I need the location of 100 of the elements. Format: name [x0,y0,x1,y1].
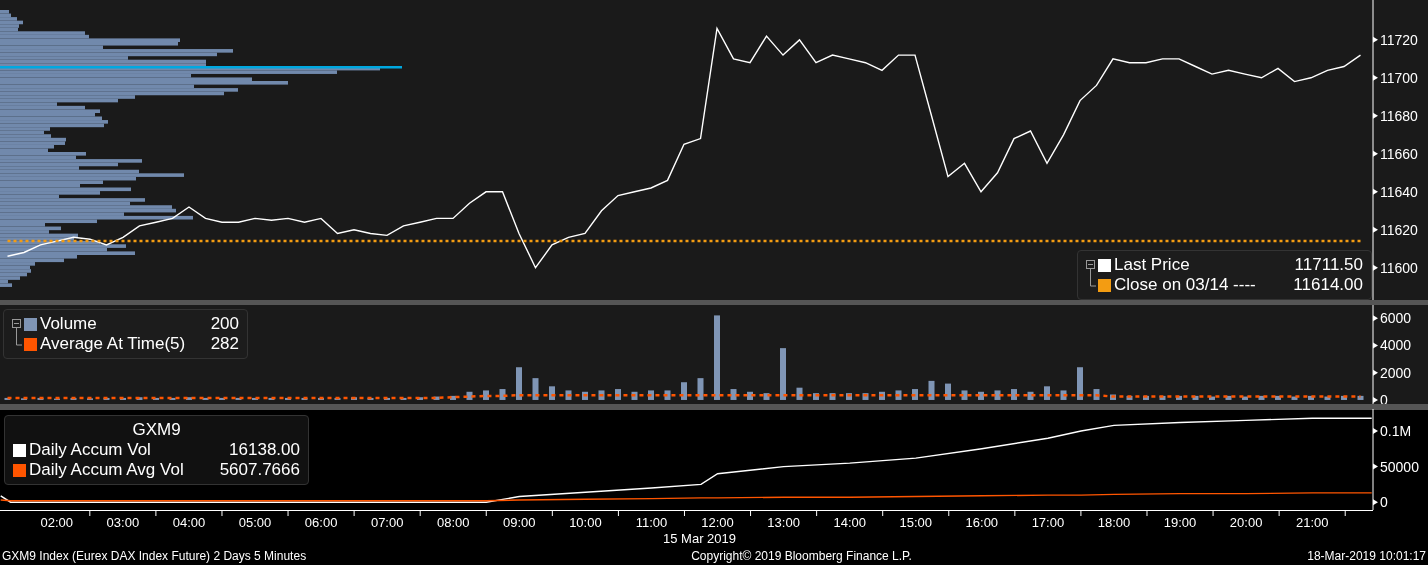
volume-bar [450,395,456,400]
security-description: GXM9 Index (Eurex DAX Index Future) 2 Days 5 Minutes [2,548,307,565]
volume-bar [1209,396,1215,400]
volume-bar [730,389,737,400]
volume-bar [351,397,357,400]
axis-tick-label: 11640 [1380,183,1418,200]
volume-bar [235,397,242,400]
volume-bar [169,397,176,400]
volume-bar [532,378,539,400]
collapse-icon[interactable] [1086,260,1096,290]
volume-bar [912,389,918,400]
volume-bar [1060,390,1067,400]
volume-bar [499,389,506,400]
volume-bar [1275,395,1281,400]
volume-bar [846,393,852,400]
axis-tick-label: 11600 [1380,259,1418,276]
volume-bar [582,391,588,400]
volume-bar [1242,396,1248,400]
axis-tick-label: 50000 [1380,458,1419,475]
volume-bar [1258,395,1265,400]
time-tick-label: 18:00 [1097,515,1131,530]
volume-bar [301,397,308,400]
time-tick-label: 10:00 [569,515,602,530]
time-tick-label: 19:00 [1163,515,1197,530]
volume-bar [202,397,209,400]
time-tick-label: 21:00 [1295,515,1329,530]
volume-bar [615,389,621,400]
volume-bar [945,383,951,400]
volume-bar [1126,395,1133,400]
axis-tick-label: 0 [1380,494,1388,511]
legend-label: Daily Accum Avg Vol [29,460,184,480]
volume-bar [384,397,390,400]
time-tick-label: 20:00 [1229,515,1263,530]
axis-tick-label: 11660 [1380,145,1418,162]
volume-bar [1077,367,1083,400]
volume-bar [648,390,654,400]
volume-bar [1143,395,1149,400]
volume-bar [681,382,687,400]
volume-bar [994,390,1001,400]
time-tick-label: 11:00 [635,515,668,530]
volume-bar [895,390,902,400]
volume-bar [318,397,324,400]
time-tick-label: 09:00 [503,515,536,530]
volume-bar [1011,389,1017,400]
volume-bar [516,367,522,400]
legend-title: GXM9 [131,420,182,440]
time-tick-label: 17:00 [1031,515,1065,530]
time-tick-label: 02:00 [40,515,74,530]
volume-bar [268,397,275,400]
time-tick-label: 15:00 [899,515,933,530]
legend-value: 11711.50 [1293,255,1363,275]
volume-bar [747,391,753,400]
volume-bar [103,397,110,400]
time-tick-label: 05:00 [238,515,272,530]
legend-value: 11614.00 [1292,275,1363,295]
volume-bar [763,393,770,400]
axis-tick-label: 0.1M [1380,423,1412,440]
volume-bar [796,387,803,400]
volume-bar [1225,395,1232,400]
legend-value: 282 [209,334,239,354]
legend-label: Close on 03/14 ---- [1114,275,1256,295]
legend-label: Daily Accum Vol [29,440,151,460]
volume-bar [862,393,869,400]
volume-bar [1044,386,1050,400]
volume-bar [879,391,885,400]
legend-label: Volume [40,314,97,334]
collapse-icon[interactable] [12,319,22,349]
time-tick-label: 03:00 [106,515,140,530]
volume-bar [153,397,159,400]
volume-bar [664,390,671,400]
legend-value: 200 [209,314,239,334]
volume-bar [1027,391,1034,400]
volume-bar [1324,396,1331,400]
volume-bar [565,390,572,400]
volume-bar [186,397,192,400]
axis-tick-label: 2000 [1380,364,1412,381]
legend-label: Average At Time(5) [40,334,186,354]
volume-bar [829,393,836,400]
time-tick-label: 16:00 [965,515,999,530]
time-tick-label: 06:00 [304,515,338,530]
volume-bar [417,397,423,400]
volume-bar [433,396,440,400]
volume-bar [400,397,407,400]
volume-bar [1308,395,1314,400]
time-tick-label: 12:00 [701,515,734,530]
volume-bar [928,380,935,400]
volume-bar [483,390,489,400]
volume-bar [252,397,258,400]
volume-bar [285,397,291,400]
volume-bar [549,386,555,400]
volume-bar [1159,395,1166,400]
axis-tick-label: 4000 [1380,337,1412,354]
timestamp-text: 18-Mar-2019 10:01:17 [1307,548,1426,565]
date-label: 15 Mar 2019 [663,531,737,546]
volume-bar [4,397,11,400]
legend-value: 16138.00 [228,440,300,460]
volume-bar [1357,395,1364,400]
volume-bar [1291,396,1298,400]
time-tick-label: 08:00 [437,515,470,530]
time-tick-label: 07:00 [370,515,404,530]
